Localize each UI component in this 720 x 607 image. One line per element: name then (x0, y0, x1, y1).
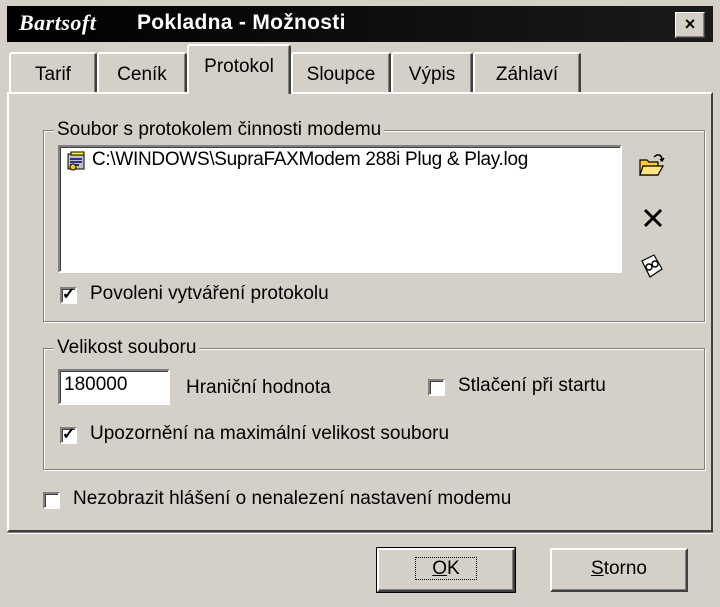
window-title: Pokladna - Možnosti (137, 11, 346, 34)
max-size-warning-checkbox[interactable]: ✓ (60, 426, 77, 444)
cancel-button[interactable]: Storno (550, 548, 688, 592)
delete-icon[interactable] (638, 203, 668, 233)
log-file-group: Soubor s protokolem činnosti modemu C:\W… (43, 119, 705, 322)
enable-log-label: Povoleni vytváření protokolu (90, 283, 329, 304)
tab-label: Tarif (35, 64, 71, 85)
enable-log-checkbox[interactable]: ✓ (60, 286, 77, 304)
title-bar[interactable]: Bartsoft Pokladna - Možnosti × (7, 6, 713, 42)
size-limit-value: 180000 (64, 374, 128, 395)
close-button[interactable]: × (675, 12, 705, 38)
ok-label-rest: K (447, 558, 460, 579)
compress-on-start-label: Stlačení při startu (458, 375, 606, 396)
file-size-group: Velikost souboru 180000 Hraniční hodnota… (43, 337, 705, 470)
tab-label: Výpis (408, 64, 456, 85)
tab-label: Záhlaví (495, 64, 559, 85)
divider (7, 532, 713, 534)
view-log-icon[interactable] (636, 251, 666, 281)
max-size-warning-label: Upozornění na maximální velikost souboru (90, 423, 450, 444)
log-file-path: C:\WINDOWS\SupraFAXModem 288i Plug & Pla… (92, 149, 528, 170)
list-item[interactable]: C:\WINDOWS\SupraFAXModem 288i Plug & Pla… (66, 149, 528, 171)
ok-button-label: OK (415, 557, 477, 580)
tab-label: Ceník (117, 64, 167, 85)
ok-button[interactable]: OK (376, 547, 516, 593)
tab-panel-protokol: Soubor s protokolem činnosti modemu C:\W… (7, 92, 713, 532)
size-limit-input[interactable]: 180000 (58, 369, 170, 405)
compress-on-start-checkbox[interactable] (428, 379, 445, 396)
log-file-icon (65, 149, 89, 179)
cancel-label-rest: torno (603, 558, 647, 579)
options-dialog: Bartsoft Pokladna - Možnosti × Tarif Cen… (0, 0, 720, 607)
tab-sloupce[interactable]: Sloupce (291, 52, 391, 92)
ok-accelerator: O (432, 558, 448, 579)
tab-tarif[interactable]: Tarif (9, 52, 97, 92)
tab-vypis[interactable]: Výpis (391, 52, 473, 92)
tab-cenik[interactable]: Ceník (97, 52, 187, 92)
tab-zahlavi[interactable]: Záhlaví (473, 52, 581, 92)
hide-modem-message-label: Nezobrazit hlášení o nenalezení nastaven… (73, 488, 512, 509)
tab-label: Sloupce (306, 64, 376, 85)
log-file-group-legend: Soubor s protokolem činnosti modemu (54, 119, 385, 141)
size-limit-label: Hraniční hodnota (186, 377, 331, 398)
tab-label: Protokol (204, 56, 274, 77)
checkmark-icon: ✓ (62, 426, 76, 443)
cancel-accelerator: S (591, 558, 604, 579)
tab-protokol[interactable]: Protokol (187, 44, 291, 94)
brand-logo: Bartsoft (19, 10, 97, 35)
cancel-button-label: Storno (591, 558, 647, 579)
file-size-group-legend: Velikost souboru (54, 337, 200, 359)
close-icon: × (684, 14, 696, 34)
open-folder-icon[interactable] (636, 151, 666, 181)
checkmark-icon: ✓ (62, 286, 76, 303)
log-file-list[interactable]: C:\WINDOWS\SupraFAXModem 288i Plug & Pla… (58, 145, 622, 273)
hide-modem-message-checkbox[interactable] (43, 492, 60, 509)
